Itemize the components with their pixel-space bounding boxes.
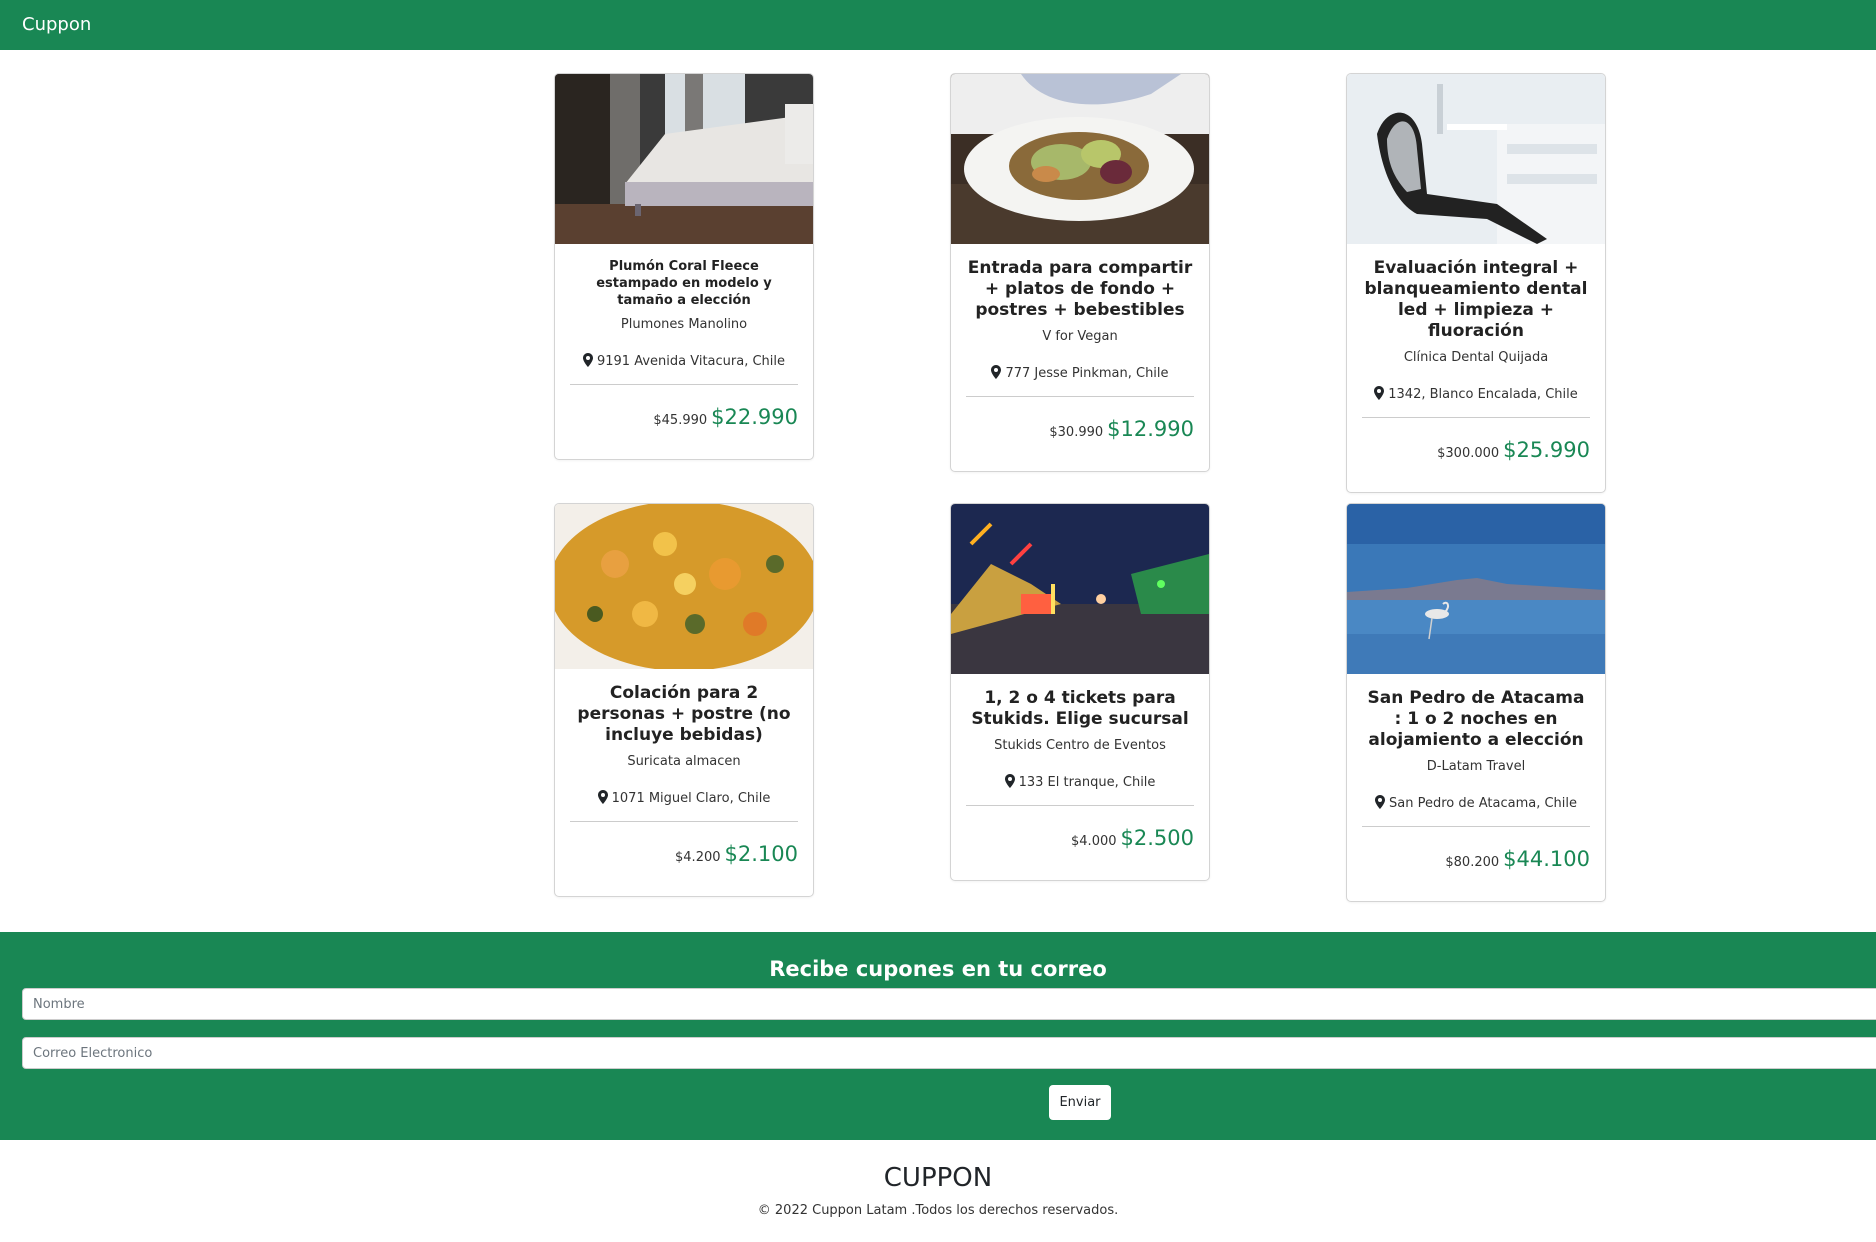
deal-title[interactable]: San Pedro de Atacama : 1 o 2 noches en a…	[1362, 688, 1590, 751]
deal-image-dental[interactable]	[1347, 74, 1605, 244]
deal-title[interactable]: Evaluación integral + blanqueamiento den…	[1362, 258, 1590, 342]
deal-new-price: $22.990	[711, 405, 798, 429]
deal-location: 133 El tranque, Chile	[966, 774, 1194, 791]
deal-old-price: $4.000	[1071, 834, 1117, 849]
deal-new-price: $2.500	[1120, 826, 1194, 850]
deal-vendor: D-Latam Travel	[1426, 759, 1526, 774]
deal-location-text: 133 El tranque, Chile	[1018, 775, 1156, 790]
navbar: Cuppon	[0, 0, 1876, 50]
deal-card[interactable]: Entrada para compartir + platos de fondo…	[950, 73, 1210, 472]
deal-new-price: $12.990	[1107, 417, 1194, 441]
deal-location: 1071 Miguel Claro, Chile	[570, 790, 798, 807]
deal-image-lagoon[interactable]	[1347, 504, 1605, 674]
deal-title[interactable]: Colación para 2 personas + postre (no in…	[570, 683, 798, 746]
map-pin-icon	[582, 353, 593, 367]
deal-vendor: Clínica Dental Quijada	[1403, 350, 1549, 365]
subscribe-title: Recibe cupones en tu correo	[769, 957, 1107, 981]
deal-location: 777 Jesse Pinkman, Chile	[966, 365, 1194, 382]
footer-brand: CUPPON	[883, 1163, 993, 1193]
send-button[interactable]: Enviar	[1049, 1085, 1111, 1120]
deal-old-price: $4.200	[675, 850, 721, 865]
deal-prices: $45.990 $22.990	[570, 385, 798, 459]
deal-new-price: $25.990	[1503, 438, 1590, 462]
name-input[interactable]	[22, 988, 1876, 1020]
deal-location-text: San Pedro de Atacama, Chile	[1388, 796, 1578, 811]
deal-image-fairground[interactable]	[951, 504, 1209, 674]
deal-location: 9191 Avenida Vitacura, Chile	[570, 353, 798, 370]
deal-prices: $30.990 $12.990	[966, 397, 1194, 471]
email-input[interactable]	[22, 1037, 1876, 1069]
deal-card[interactable]: Plumón Coral Fleece estampado en modelo …	[554, 73, 814, 460]
deal-prices: $4.000 $2.500	[966, 806, 1194, 880]
deal-card[interactable]: Colación para 2 personas + postre (no in…	[554, 503, 814, 897]
deal-location-text: 1071 Miguel Claro, Chile	[611, 791, 771, 806]
map-pin-icon	[991, 365, 1002, 379]
map-pin-icon	[1004, 774, 1015, 788]
deal-card[interactable]: 1, 2 o 4 tickets para Stukids. Elige suc…	[950, 503, 1210, 881]
deal-location-text: 1342, Blanco Encalada, Chile	[1388, 387, 1578, 402]
footer-copyright: © 2022 Cuppon Latam .Todos los derechos …	[757, 1203, 1119, 1218]
deal-vendor: V for Vegan	[1042, 329, 1118, 344]
deal-location-text: 9191 Avenida Vitacura, Chile	[596, 354, 786, 369]
deal-image-stew[interactable]	[555, 504, 813, 669]
deal-prices: $4.200 $2.100	[570, 822, 798, 896]
deal-image-bedroom[interactable]	[555, 74, 813, 244]
deal-old-price: $30.990	[1049, 425, 1104, 440]
deal-location: 1342, Blanco Encalada, Chile	[1362, 386, 1590, 403]
deal-vendor: Stukids Centro de Eventos	[994, 738, 1166, 753]
map-pin-icon	[1374, 795, 1385, 809]
deal-image-salad[interactable]	[951, 74, 1209, 244]
map-pin-icon	[1374, 386, 1385, 400]
deal-new-price: $44.100	[1503, 847, 1590, 871]
deal-old-price: $80.200	[1445, 855, 1500, 870]
deal-location: San Pedro de Atacama, Chile	[1362, 795, 1590, 812]
deal-title[interactable]: Entrada para compartir + platos de fondo…	[966, 258, 1194, 321]
deal-card[interactable]: San Pedro de Atacama : 1 o 2 noches en a…	[1346, 503, 1606, 902]
deal-old-price: $45.990	[653, 413, 708, 428]
deal-title[interactable]: 1, 2 o 4 tickets para Stukids. Elige suc…	[966, 688, 1194, 730]
map-pin-icon	[597, 790, 608, 804]
subscribe-section: Recibe cupones en tu correo Enviar	[0, 932, 1876, 1140]
deal-old-price: $300.000	[1437, 446, 1500, 461]
navbar-brand[interactable]: Cuppon	[22, 14, 91, 35]
deal-prices: $300.000 $25.990	[1362, 418, 1590, 492]
deal-vendor: Suricata almacen	[627, 754, 741, 769]
deal-prices: $80.200 $44.100	[1362, 827, 1590, 901]
deal-vendor: Plumones Manolino	[620, 317, 748, 332]
deal-new-price: $2.100	[724, 842, 798, 866]
deal-card[interactable]: Evaluación integral + blanqueamiento den…	[1346, 73, 1606, 493]
deal-title[interactable]: Plumón Coral Fleece estampado en modelo …	[570, 258, 798, 309]
deal-location-text: 777 Jesse Pinkman, Chile	[1005, 366, 1169, 381]
